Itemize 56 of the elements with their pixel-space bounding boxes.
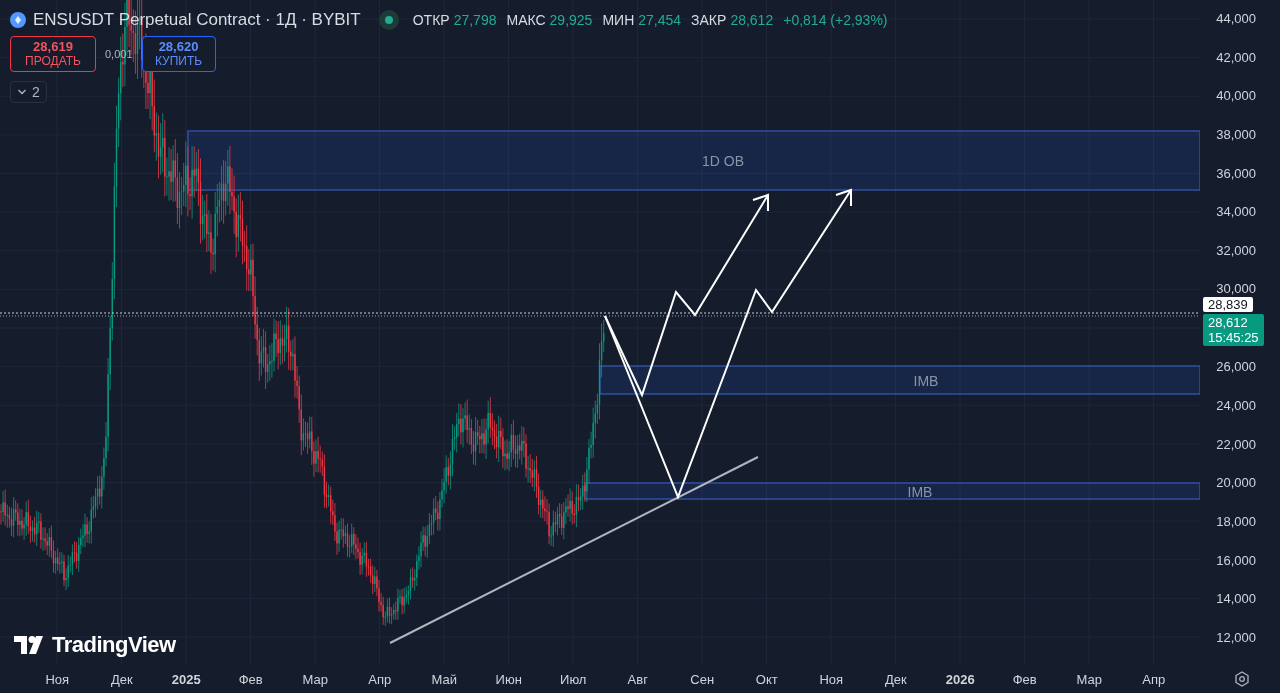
price-tick: 44,000 <box>1215 10 1257 28</box>
ohlc-label: ОТКР <box>412 12 450 28</box>
price-tick: 24,000 <box>1215 397 1257 415</box>
last-price: 28,612 <box>1208 315 1249 331</box>
price-tick: 22,000 <box>1215 435 1257 454</box>
price-tick: 32,000 <box>1215 241 1257 260</box>
price-tick: 42,000 <box>1215 48 1257 67</box>
price-tick: 38,000 <box>1215 125 1257 144</box>
time-tick: Авг <box>626 671 649 687</box>
zone-label: 1D OB <box>702 153 744 169</box>
price-tick: 34,000 <box>1215 203 1257 222</box>
crosshair-price-label: 28,839 <box>1203 297 1253 313</box>
time-tick: Мар <box>301 671 329 687</box>
settings-icon[interactable] <box>1234 671 1250 687</box>
price-tick: 16,000 <box>1215 551 1257 570</box>
sell-button[interactable]: 28,619 ПРОДАТЬ <box>10 36 96 72</box>
time-tick: Фев <box>1011 671 1038 687</box>
ohlc-value: 29,925 <box>549 12 593 28</box>
coin-icon <box>10 12 26 28</box>
countdown-timer: 15:45:25 <box>1208 330 1259 346</box>
time-tick: Июл <box>559 671 588 687</box>
time-tick: Ноя <box>818 671 845 687</box>
price-tick: 20,000 <box>1215 474 1257 493</box>
ohlc-value: 27,454 <box>638 12 682 28</box>
time-tick: 2026 <box>944 671 976 687</box>
price-tick: 14,000 <box>1215 590 1257 609</box>
ohlc-value: 27,798 <box>453 12 497 28</box>
logo-text: TradingView <box>52 632 176 658</box>
time-tick: Дек <box>883 671 908 687</box>
ohlc-label: МАКС <box>506 12 546 28</box>
time-tick: Фев <box>237 671 264 687</box>
price-tick: 30,000 <box>1215 280 1257 298</box>
time-tick: Мар <box>1075 671 1103 687</box>
time-tick: Июн <box>494 671 523 687</box>
zone-label: IMB <box>907 484 933 500</box>
time-tick: Сен <box>689 671 716 687</box>
time-tick: Май <box>430 671 458 687</box>
buy-button[interactable]: 28,620 КУПИТЬ <box>141 36 216 72</box>
price-tick: 40,000 <box>1215 87 1257 106</box>
indicators-toggle[interactable]: 2 <box>10 81 47 103</box>
ohlc-label: МИН <box>602 12 635 28</box>
price-tick: 36,000 <box>1215 164 1257 183</box>
price-change: +0,814 (+2,93%) <box>783 12 888 28</box>
chevron-icon <box>17 88 27 96</box>
time-tick: Ноя <box>44 671 71 687</box>
price-tick: 18,000 <box>1215 512 1257 531</box>
time-tick: 2025 <box>170 671 202 687</box>
ohlc-label: ЗАКР <box>691 12 727 28</box>
time-tick: Окт <box>754 671 779 687</box>
zone-label: IMB <box>913 373 939 389</box>
time-tick: Апр <box>367 671 393 687</box>
price-tick: 12,000 <box>1215 628 1257 647</box>
ohlc-value: 28,612 <box>730 12 774 28</box>
time-tick: Апр <box>1141 671 1167 687</box>
time-tick: Дек <box>109 671 134 687</box>
price-tick: 26,000 <box>1215 358 1257 377</box>
